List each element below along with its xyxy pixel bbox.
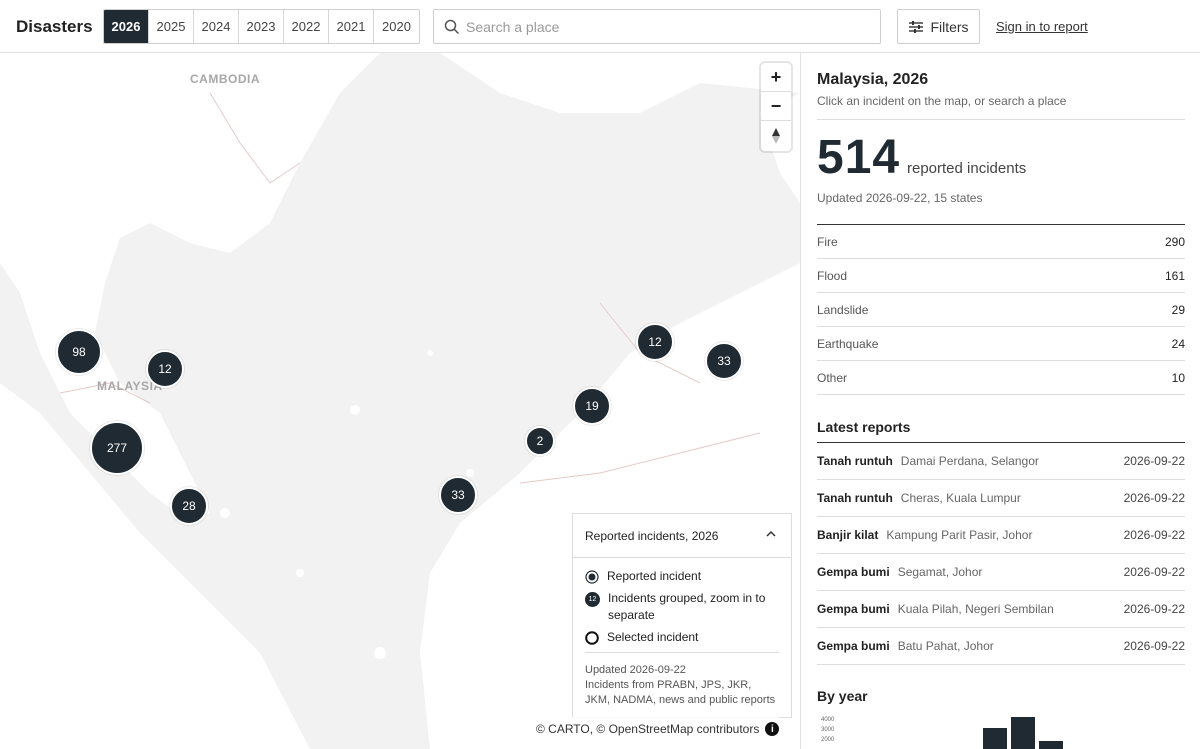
incident-cluster[interactable]: 2 — [525, 426, 555, 456]
map-attribution: © CARTO, © OpenStreetMap contributors i — [528, 717, 788, 741]
reported-dot-icon — [585, 570, 599, 584]
legend-item-selected: Selected incident — [585, 629, 779, 646]
chart-tick: 4000 — [821, 717, 835, 723]
latest-reports-title: Latest reports — [817, 419, 911, 435]
chevron-up-icon[interactable] — [765, 528, 777, 540]
summary-panel: Malaysia, 2026 Click an incident on the … — [800, 53, 1200, 749]
reset-bearing-button[interactable] — [761, 121, 791, 150]
selected-ring-icon — [585, 631, 599, 645]
app-title: Disasters — [16, 17, 93, 36]
year-tab-2022[interactable]: 2022 — [284, 10, 329, 43]
divider — [817, 119, 1185, 120]
incident-cluster[interactable]: 33 — [705, 342, 743, 380]
chart-tick: 2000 — [821, 737, 835, 743]
legend-updated: Updated 2026-09-22 — [585, 664, 686, 676]
report-row[interactable]: Banjir kilat Kampung Parit Pasir, Johor 20… — [817, 517, 1185, 554]
year-bar — [983, 728, 1007, 749]
top-bar: Disasters 2026 2025 2024 2023 2022 2021 … — [0, 0, 1200, 53]
place-title: Malaysia, 2026 — [817, 71, 929, 88]
year-tab-2024[interactable]: 2024 — [194, 10, 239, 43]
legend-title: Reported incidents, 2026 — [585, 529, 719, 543]
incident-cluster[interactable]: 12 — [636, 323, 674, 361]
category-row: Fire 290 — [817, 225, 1185, 259]
legend-item-grouped: 12 Incidents grouped, zoom in to separat… — [585, 590, 779, 624]
incident-total: 514 — [817, 131, 901, 184]
compass-icon — [772, 127, 780, 144]
category-row: Other 10 — [817, 361, 1185, 395]
report-row[interactable]: Gempa bumi Kuala Pilah, Negeri Sembilan 20… — [817, 591, 1185, 628]
incident-cluster[interactable]: 98 — [56, 329, 102, 375]
legend-item-reported: Reported incident — [585, 568, 779, 585]
incident-cluster[interactable]: 19 — [573, 387, 611, 425]
sign-in-link[interactable]: Sign in to report — [996, 19, 1088, 34]
search-box — [433, 9, 881, 44]
country-label-cambodia: CAMBODIA — [190, 72, 260, 86]
filters-button[interactable]: Filters — [897, 9, 980, 44]
by-year-chart: 4000 3000 2000 — [821, 717, 1063, 749]
incident-cluster[interactable]: 33 — [439, 476, 477, 514]
incident-total-label: reported incidents — [907, 160, 1027, 177]
updated-text: Updated 2026-09-22, 15 states — [817, 191, 983, 205]
year-tab-2026[interactable]: 2026 — [104, 10, 149, 43]
report-row[interactable]: Tanah runtuh Damai Perdana, Selangor 2026-… — [817, 443, 1185, 480]
year-tab-2021[interactable]: 2021 — [329, 10, 374, 43]
report-row[interactable]: Gempa bumi Segamat, Johor 2026-09-22 — [817, 554, 1185, 591]
incident-cluster[interactable]: 277 — [90, 421, 144, 475]
category-row: Landslide 29 — [817, 293, 1185, 327]
map-view[interactable]: CAMBODIA MALAYSIA 98 12 277 28 33 2 19 1… — [0, 53, 800, 749]
incident-cluster[interactable]: 28 — [170, 487, 208, 525]
category-row: Flood 161 — [817, 259, 1185, 293]
year-selector: 2026 2025 2024 2023 2022 2021 2020 — [103, 9, 420, 44]
incident-cluster[interactable]: 12 — [146, 350, 184, 388]
by-year-title: By year — [817, 688, 868, 704]
zoom-out-button[interactable]: − — [761, 92, 791, 121]
zoom-in-button[interactable]: + — [761, 63, 791, 92]
sliders-icon — [909, 20, 924, 33]
year-bar — [1039, 741, 1063, 749]
report-row[interactable]: Tanah runtuh Cheras, Kuala Lumpur 2026-09-… — [817, 480, 1185, 517]
year-bar — [1011, 717, 1035, 749]
category-row: Earthquake 24 — [817, 327, 1185, 361]
search-icon — [444, 19, 460, 35]
zoom-controls: + − — [761, 63, 791, 151]
report-row[interactable]: Gempa bumi Batu Pahat, Johor 2026-09-22 — [817, 628, 1185, 665]
info-icon[interactable]: i — [765, 722, 780, 736]
year-tab-2025[interactable]: 2025 — [149, 10, 194, 43]
legend-header: Reported incidents, 2026 — [573, 514, 791, 558]
search-input[interactable] — [466, 10, 866, 43]
place-subtitle: Click an incident on the map, or search … — [817, 94, 1067, 108]
group-badge-icon: 12 — [585, 591, 600, 607]
year-tab-2020[interactable]: 2020 — [374, 10, 419, 43]
legend-sources: Incidents from PRABN, JPS, JKR, JKM, NAD… — [585, 679, 776, 706]
chart-tick: 3000 — [821, 727, 835, 733]
year-tab-2023[interactable]: 2023 — [239, 10, 284, 43]
map-legend: Reported incidents, 2026 Reported incide… — [572, 513, 792, 718]
filters-label: Filters — [930, 18, 969, 35]
